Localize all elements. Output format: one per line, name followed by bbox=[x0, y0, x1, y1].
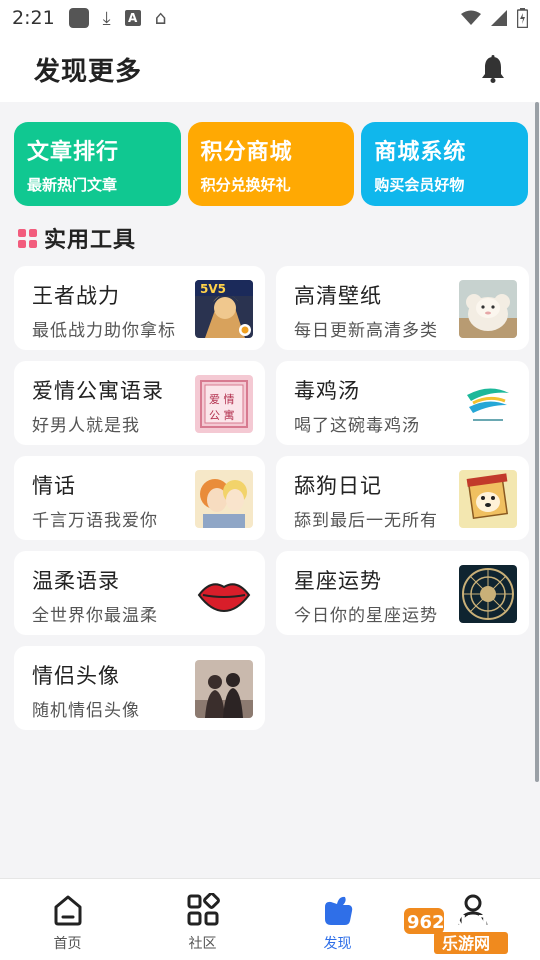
community-icon bbox=[187, 893, 220, 926]
feature-title: 文章排行 bbox=[27, 140, 120, 165]
svg-text:乐游网: 乐游网 bbox=[442, 934, 490, 953]
scrollbar[interactable] bbox=[535, 102, 539, 782]
tools-grid: 王者战力 最低战力助你拿标 5V5 高清壁纸 每日更新高清多类 爱情公寓语录 好… bbox=[0, 254, 540, 730]
feature-title: 积分商城 bbox=[200, 140, 293, 165]
game-hero-thumb: 5V5 bbox=[195, 280, 253, 338]
feature-subtitle: 积分兑换好礼 bbox=[200, 176, 291, 194]
tool-card-king-power[interactable]: 王者战力 最低战力助你拿标 5V5 bbox=[14, 266, 265, 350]
feature-title: 商城系统 bbox=[374, 140, 467, 165]
tool-card-love-apartment-quotes[interactable]: 爱情公寓语录 好男人就是我 爱 情 公 寓 bbox=[14, 361, 265, 445]
feature-card-points-mall[interactable]: 积分商城 积分兑换好礼 bbox=[187, 122, 355, 206]
swirl-logo-thumb bbox=[459, 375, 517, 433]
svg-text:5V5: 5V5 bbox=[200, 282, 226, 296]
lips-thumb bbox=[195, 565, 253, 623]
nav-label: 发现 bbox=[323, 936, 352, 952]
status-bar: 2:21 ⤓ A ⌂ bbox=[0, 0, 540, 36]
nav-label: 社区 bbox=[188, 936, 217, 952]
sheep-plush-thumb bbox=[459, 280, 517, 338]
home-icon bbox=[54, 895, 81, 926]
discover-icon bbox=[324, 896, 352, 925]
font-app-icon: A bbox=[124, 10, 141, 26]
page-header: 发现更多 bbox=[0, 36, 540, 102]
tool-card-couple-avatar[interactable]: 情侣头像 随机情侣头像 bbox=[14, 646, 265, 730]
bell-icon[interactable] bbox=[480, 55, 506, 83]
grid-icon bbox=[18, 228, 37, 248]
watermark-logo: 962.NET 乐游网 bbox=[404, 908, 508, 954]
nav-item-discover[interactable]: 发现 bbox=[270, 879, 405, 960]
tool-card-hd-wallpaper[interactable]: 高清壁纸 每日更新高清多类 bbox=[276, 266, 529, 350]
status-time: 2:21 bbox=[12, 7, 55, 29]
app-notification-icon bbox=[68, 8, 89, 28]
feature-subtitle: 最新热门文章 bbox=[27, 176, 118, 194]
tool-card-love-words[interactable]: 情话 千言万语我爱你 bbox=[14, 456, 265, 540]
translate-icon: ⌂ bbox=[154, 7, 167, 29]
svg-text:爱 情: 爱 情 bbox=[209, 393, 235, 406]
wifi-icon bbox=[461, 10, 481, 25]
signal-icon bbox=[491, 10, 507, 26]
tool-card-horoscope[interactable]: 星座运势 今日你的星座运势 bbox=[276, 551, 529, 635]
anime-couple-thumb bbox=[195, 470, 253, 528]
couple-photo-thumb bbox=[195, 660, 253, 718]
nav-item-community[interactable]: 社区 bbox=[135, 879, 270, 960]
feature-card-article-ranking[interactable]: 文章排行 最新热门文章 bbox=[14, 122, 181, 206]
feature-card-mall-system[interactable]: 商城系统 购买会员好物 bbox=[361, 122, 529, 206]
nav-item-home[interactable]: 首页 bbox=[0, 879, 135, 960]
feature-subtitle: 购买会员好物 bbox=[374, 176, 465, 194]
download-icon: ⤓ bbox=[102, 7, 111, 29]
nav-label: 首页 bbox=[53, 936, 82, 952]
feature-row: 文章排行 最新热门文章 积分商城 积分兑换好礼 商城系统 购买会员好物 bbox=[0, 102, 540, 206]
tool-card-gentle-quotes[interactable]: 温柔语录 全世界你最温柔 bbox=[14, 551, 265, 635]
battery-icon bbox=[517, 8, 528, 28]
zodiac-wheel-thumb bbox=[459, 565, 517, 623]
tool-card-poison-soup[interactable]: 毒鸡汤 喝了这碗毒鸡汤 bbox=[276, 361, 529, 445]
tool-card-dog-diary[interactable]: 舔狗日记 舔到最后一无所有 bbox=[276, 456, 529, 540]
page-title: 发现更多 bbox=[34, 56, 143, 87]
svg-text:公 寓: 公 寓 bbox=[209, 408, 235, 422]
section-header: 实用工具 bbox=[0, 206, 540, 254]
svg-text:962.NET: 962.NET bbox=[407, 912, 492, 933]
dog-box-thumb bbox=[459, 470, 517, 528]
section-title: 实用工具 bbox=[44, 228, 137, 253]
love-apartment-thumb: 爱 情 公 寓 bbox=[195, 375, 253, 433]
